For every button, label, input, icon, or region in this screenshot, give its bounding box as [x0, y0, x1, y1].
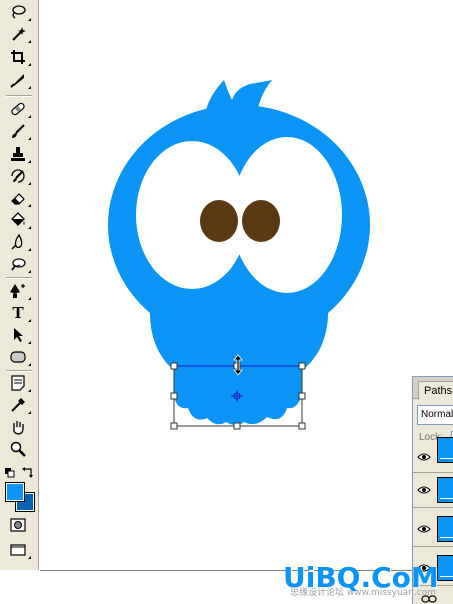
toolbox: T [0, 0, 39, 570]
crop-tool[interactable] [9, 48, 31, 66]
document-canvas[interactable] [40, 0, 453, 604]
magic-wand-tool[interactable] [9, 25, 31, 43]
history-brush-icon [10, 168, 26, 184]
default-colors-icon[interactable] [5, 465, 15, 478]
tab-paths[interactable]: Paths [418, 381, 453, 400]
watermark-logo: UiBQ.CoM [283, 561, 439, 594]
lasso-tool[interactable] [9, 3, 31, 21]
pen-tool[interactable] [9, 282, 31, 300]
hand-tool[interactable] [9, 418, 27, 436]
history-brush-tool[interactable] [9, 167, 31, 185]
dodge-tool[interactable] [9, 255, 31, 273]
clone-stamp-tool[interactable] [9, 145, 31, 163]
layer-thumbnail [437, 555, 453, 581]
paint-bucket-tool[interactable] [9, 211, 31, 229]
arrow-icon [10, 327, 26, 343]
notes-tool[interactable] [9, 374, 31, 392]
dodge-icon [10, 256, 26, 272]
swap-colors-icon[interactable] [22, 465, 34, 478]
magic-wand-icon [10, 26, 26, 42]
path-selection-tool[interactable] [9, 326, 31, 344]
layer-thumbnail [437, 437, 453, 463]
foreground-color-swatch[interactable] [5, 482, 25, 502]
zoom-tool[interactable] [9, 440, 27, 458]
drop-icon [10, 234, 26, 250]
brush-tool[interactable] [9, 122, 31, 140]
layer-row[interactable] [413, 474, 453, 508]
blend-mode-select[interactable]: Normal [417, 405, 453, 425]
lasso-icon [10, 4, 26, 20]
layer-row[interactable] [413, 437, 453, 473]
eyedropper-tool[interactable] [9, 396, 31, 414]
eye-icon[interactable] [415, 482, 433, 498]
layer-thumbnail [437, 516, 453, 542]
panel-tab-bar: Paths [413, 377, 453, 400]
eyedropper-icon [10, 397, 26, 413]
type-tool[interactable]: T [9, 303, 31, 322]
stamp-icon [10, 146, 26, 162]
right-pupil [242, 200, 280, 242]
healing-brush-tool[interactable] [9, 100, 31, 118]
bandage-icon [10, 101, 26, 117]
type-icon: T [12, 303, 24, 322]
brush-icon [10, 123, 26, 139]
slice-tool[interactable] [9, 71, 31, 89]
zoom-icon [10, 441, 26, 457]
slice-icon [10, 72, 26, 88]
eye-icon[interactable] [415, 449, 433, 465]
shape-tool[interactable] [9, 348, 31, 366]
paint-bucket-icon [10, 212, 26, 228]
left-pupil [200, 200, 238, 242]
quick-mask-button[interactable] [9, 516, 27, 534]
eraser-tool[interactable] [9, 189, 31, 207]
eye-icon[interactable] [415, 521, 433, 537]
crop-icon [10, 49, 26, 65]
screen-mode-icon [10, 543, 26, 557]
screen-mode-button[interactable] [9, 541, 31, 559]
rounded-rect-icon [10, 349, 26, 365]
layer-thumbnail [437, 477, 453, 503]
layer-row[interactable] [413, 513, 453, 547]
hand-icon [10, 419, 26, 435]
pen-icon [10, 283, 26, 299]
notes-icon [10, 375, 26, 391]
quick-mask-icon [10, 518, 26, 532]
eraser-icon [10, 190, 26, 206]
blur-tool[interactable] [9, 233, 31, 251]
